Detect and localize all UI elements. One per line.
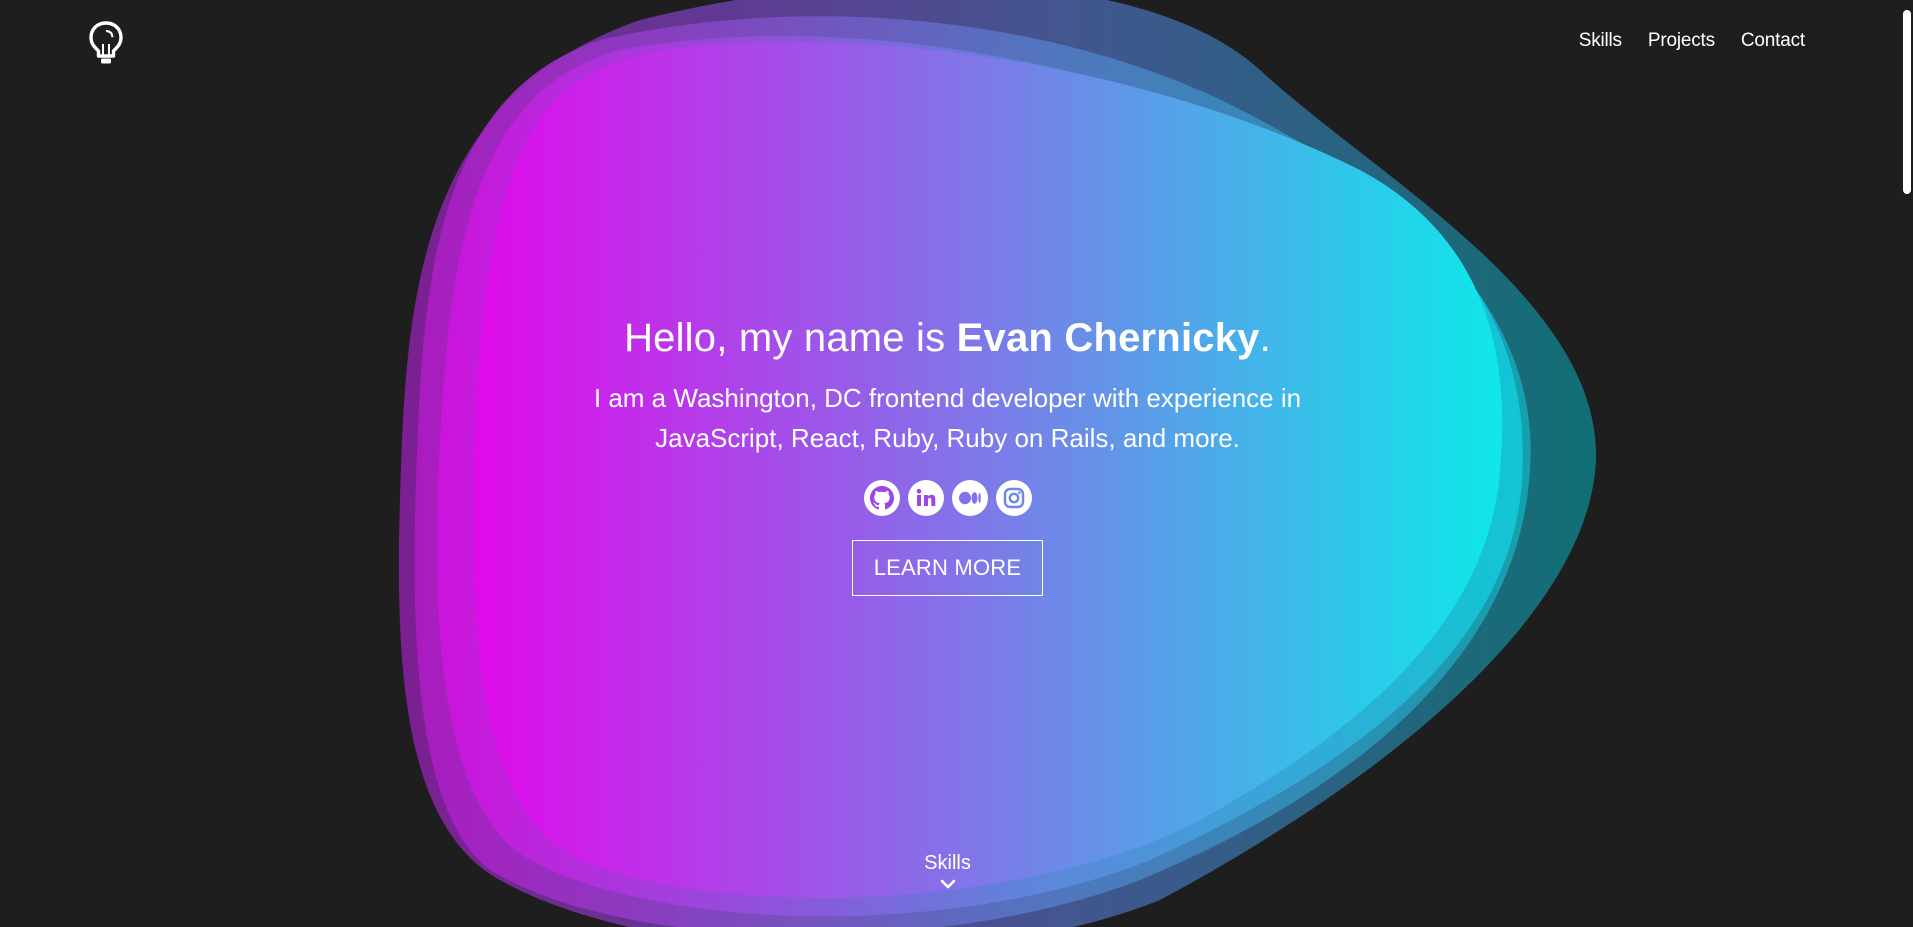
instagram-icon[interactable] [995,480,1032,516]
social-links [0,480,1895,516]
scroll-to-skills[interactable]: Skills [0,849,1895,895]
scroll-cue-label: Skills [924,852,971,874]
page: Skills Projects Contact Hello, my name i… [0,0,1913,927]
hero-bio: I am a Washington, DC frontend developer… [593,383,1302,453]
main-nav: Skills Projects Contact [1579,30,1805,52]
headline-period: . [1259,316,1271,360]
nav-link-contact[interactable]: Contact [1741,30,1805,52]
github-icon[interactable] [863,480,900,516]
headline-name: Evan Chernicky [956,316,1260,360]
hero-section: Hello, my name is Evan Chernicky. I am a… [0,308,1895,596]
nav-link-skills[interactable]: Skills [1579,30,1622,52]
scrollbar-thumb[interactable] [1903,10,1911,194]
linkedin-icon[interactable] [907,480,944,516]
chevron-down-icon [940,877,956,894]
headline-greeting: Hello, my name is [624,316,957,360]
learn-more-button[interactable]: LEARN MORE [851,540,1044,596]
scrollbar[interactable] [1899,0,1913,927]
hero-headline: Hello, my name is Evan Chernicky. [0,308,1895,368]
medium-icon[interactable] [951,480,988,516]
lightbulb-icon[interactable] [86,20,126,66]
site-header: Skills Projects Contact [0,0,1913,86]
nav-link-projects[interactable]: Projects [1648,30,1715,52]
